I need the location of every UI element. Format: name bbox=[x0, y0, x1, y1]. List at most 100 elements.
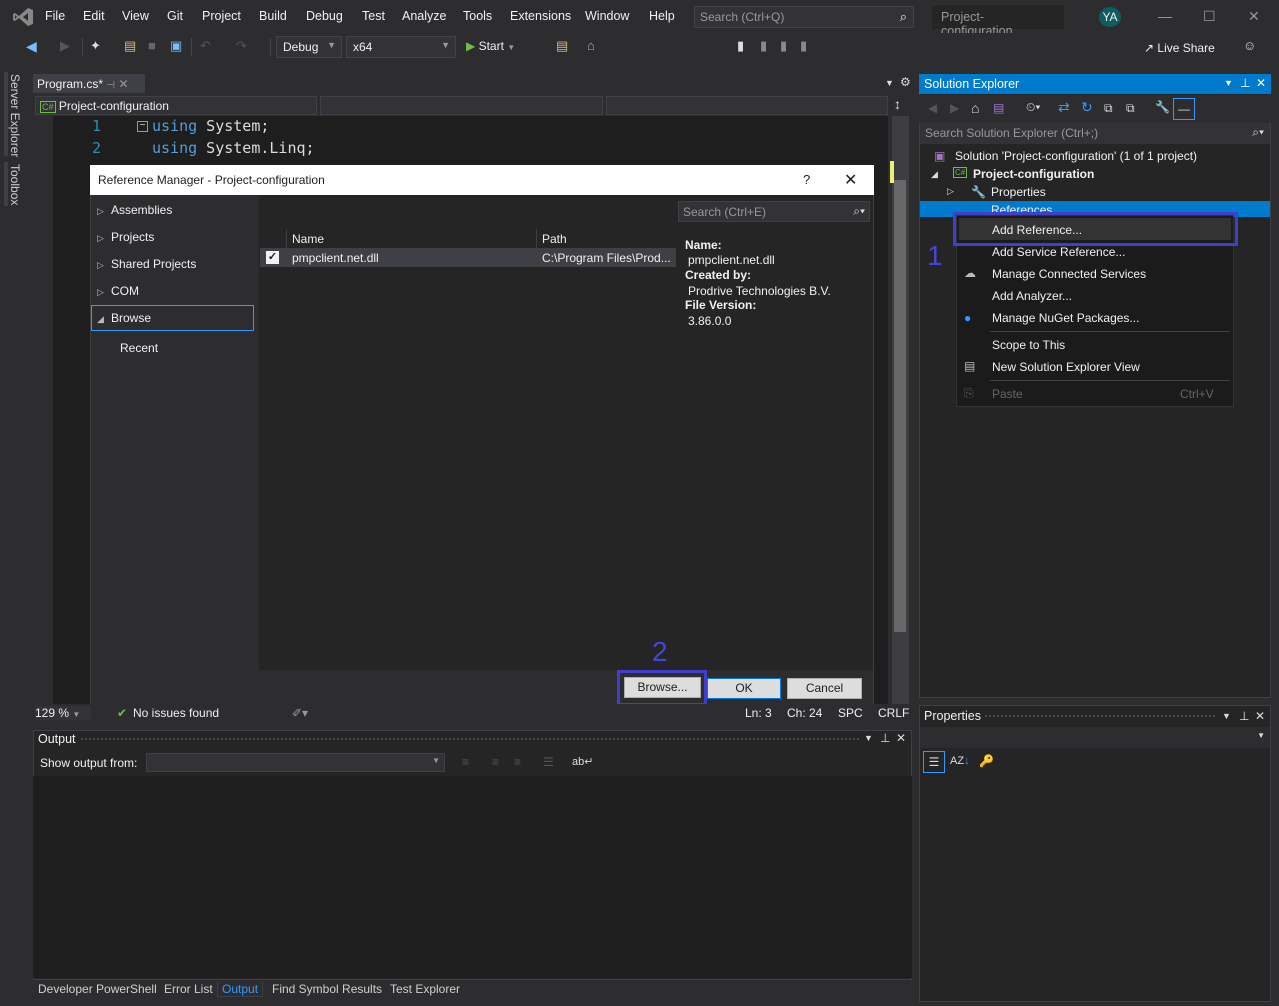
dropdown-icon[interactable]: ▼ bbox=[1222, 711, 1231, 721]
undo-icon[interactable]: ↶ bbox=[200, 38, 211, 54]
tab-developer-powershell[interactable]: Developer PowerShell bbox=[38, 982, 157, 996]
server-explorer-tab[interactable]: Server Explorer bbox=[8, 74, 22, 157]
start-button[interactable]: ▶ Start ▼ bbox=[466, 39, 515, 53]
tab-test-explorer[interactable]: Test Explorer bbox=[390, 982, 460, 996]
reference-search-input[interactable]: Search (Ctrl+E) ⌕▾ bbox=[678, 201, 870, 222]
column-indicator[interactable]: Ch: 24 bbox=[787, 706, 822, 720]
clear-bookmarks-icon[interactable]: ▮ bbox=[800, 38, 807, 54]
menu-window[interactable]: Window bbox=[585, 9, 629, 23]
clear-all-icon[interactable]: ☰ bbox=[543, 755, 554, 769]
category-projects[interactable]: ▷ Projects bbox=[97, 230, 154, 244]
type-nav-dropdown[interactable] bbox=[320, 96, 603, 115]
category-shared-projects[interactable]: ▷ Shared Projects bbox=[97, 257, 196, 271]
menu-add-service-reference[interactable]: Add Service Reference... bbox=[992, 245, 1125, 259]
category-browse[interactable]: ◢ Browse bbox=[97, 311, 151, 325]
menu-file[interactable]: File bbox=[45, 9, 65, 23]
menu-add-analyzer[interactable]: Add Analyzer... bbox=[992, 289, 1072, 303]
switch-views-icon[interactable]: ▤ bbox=[993, 101, 1004, 115]
minimize-icon[interactable]: — bbox=[1158, 8, 1172, 24]
brush-icon[interactable]: ✐▾ bbox=[292, 706, 308, 720]
preview-selected-icon[interactable]: — bbox=[1173, 98, 1195, 120]
tree-properties[interactable]: Properties bbox=[991, 185, 1046, 199]
reference-checkbox[interactable]: ✓ bbox=[266, 251, 279, 264]
pin-icon[interactable]: ⊥ bbox=[880, 731, 890, 745]
menu-scope-to-this[interactable]: Scope to This bbox=[992, 338, 1065, 352]
tree-solution[interactable]: Solution 'Project-configuration' (1 of 1… bbox=[955, 149, 1197, 163]
close-icon[interactable]: ✕ bbox=[896, 731, 906, 745]
column-header-path[interactable]: Path bbox=[542, 232, 567, 246]
go-to-code-icon[interactable]: ≡ bbox=[462, 755, 469, 769]
collapse-all-icon[interactable]: ⧉ bbox=[1104, 101, 1113, 116]
maximize-icon[interactable]: ☐ bbox=[1203, 8, 1216, 25]
output-text-area[interactable] bbox=[33, 776, 912, 978]
expand-icon[interactable]: ▷ bbox=[947, 186, 954, 197]
live-share-button[interactable]: ↗ Live Share bbox=[1144, 41, 1215, 55]
menu-project[interactable]: Project bbox=[202, 9, 241, 23]
collapse-icon[interactable]: ◢ bbox=[931, 169, 938, 180]
category-recent[interactable]: Recent bbox=[120, 341, 158, 355]
dropdown-icon[interactable]: ▼ bbox=[1224, 78, 1233, 88]
ok-button[interactable]: OK bbox=[707, 678, 781, 699]
solution-search-input[interactable]: Search Solution Explorer (Ctrl+;) ⌕▾ bbox=[920, 123, 1270, 144]
menu-test[interactable]: Test bbox=[362, 9, 385, 23]
member-nav-dropdown[interactable] bbox=[606, 96, 888, 115]
platform-dropdown[interactable]: x64 ▼ bbox=[346, 36, 456, 58]
menu-edit[interactable]: Edit bbox=[83, 9, 105, 23]
menu-tools[interactable]: Tools bbox=[463, 9, 492, 23]
help-button[interactable]: ? bbox=[803, 172, 810, 187]
column-header-name[interactable]: Name bbox=[292, 232, 324, 246]
scrollbar-thumb[interactable] bbox=[894, 180, 906, 632]
cancel-button[interactable]: Cancel bbox=[787, 678, 862, 699]
pin-icon[interactable]: ⊣ bbox=[106, 80, 115, 91]
redo-icon[interactable]: ↷ bbox=[236, 38, 247, 54]
toolbox-tab[interactable]: Toolbox bbox=[8, 164, 22, 205]
prev-bookmark-icon[interactable]: ▮ bbox=[760, 38, 767, 54]
dropdown-icon[interactable]: ▼ bbox=[864, 733, 873, 743]
save-all-icon[interactable]: ▣ bbox=[170, 38, 182, 54]
property-pages-icon[interactable]: 🔑 bbox=[979, 754, 994, 768]
tab-overflow-icon[interactable]: ▼ bbox=[885, 78, 894, 88]
forward-icon[interactable]: ▶ bbox=[950, 101, 959, 115]
dialog-close-icon[interactable]: ✕ bbox=[844, 170, 857, 190]
close-icon[interactable]: ✕ bbox=[1256, 76, 1266, 90]
show-all-files-icon[interactable]: ⧉ bbox=[1126, 101, 1135, 116]
close-tab-icon[interactable]: ✕ bbox=[118, 77, 128, 91]
refresh-icon[interactable]: ↻ bbox=[1081, 99, 1093, 116]
browse-button[interactable]: Browse... bbox=[624, 677, 701, 698]
feedback-icon[interactable]: ☺ bbox=[1243, 38, 1256, 53]
properties-object-dropdown[interactable]: ▼ bbox=[920, 727, 1270, 748]
prev-message-icon[interactable]: ≡ bbox=[492, 755, 499, 769]
menu-debug[interactable]: Debug bbox=[306, 9, 343, 23]
tree-project[interactable]: Project-configuration bbox=[973, 167, 1094, 181]
categorized-icon[interactable]: ☰ bbox=[923, 751, 945, 773]
sync-icon[interactable]: ⇄ bbox=[1058, 99, 1070, 116]
next-bookmark-icon[interactable]: ▮ bbox=[780, 38, 787, 54]
issues-status[interactable]: No issues found bbox=[133, 706, 219, 720]
menu-view[interactable]: View bbox=[122, 9, 149, 23]
menu-manage-connected-services[interactable]: Manage Connected Services bbox=[992, 267, 1146, 281]
tab-output[interactable]: Output bbox=[217, 982, 264, 997]
close-window-icon[interactable]: ✕ bbox=[1248, 8, 1260, 25]
bookmark-icon[interactable]: ▮ bbox=[737, 38, 744, 54]
menu-manage-nuget[interactable]: Manage NuGet Packages... bbox=[992, 311, 1139, 325]
tab-find-symbol-results[interactable]: Find Symbol Results bbox=[272, 982, 382, 996]
zoom-dropdown[interactable]: 129 % ▼ bbox=[35, 706, 91, 720]
spacing-indicator[interactable]: SPC bbox=[838, 706, 863, 720]
menu-extensions[interactable]: Extensions bbox=[510, 9, 571, 23]
category-com[interactable]: ▷ COM bbox=[97, 284, 139, 298]
save-icon[interactable]: ■ bbox=[148, 38, 156, 53]
gear-icon[interactable]: ⚙ bbox=[900, 75, 911, 89]
output-source-dropdown[interactable]: ▼ bbox=[146, 753, 445, 772]
alphabetical-icon[interactable]: AZ↓ bbox=[950, 755, 970, 767]
global-search-input[interactable]: Search (Ctrl+Q) ⌕ bbox=[694, 6, 914, 28]
project-nav-dropdown[interactable]: C# Project-configuration bbox=[35, 96, 317, 115]
browse-folder-icon[interactable]: ▤ bbox=[556, 38, 568, 54]
home-icon[interactable]: ⌂ bbox=[587, 38, 595, 53]
pending-changes-icon[interactable]: ⏲▾ bbox=[1026, 100, 1040, 115]
properties-wrench-icon[interactable]: 🔧 bbox=[1155, 100, 1170, 114]
configuration-dropdown[interactable]: Debug ▼ bbox=[276, 36, 342, 58]
editor-tab-program-cs[interactable]: Program.cs* ⊣ ✕ bbox=[33, 74, 145, 93]
home-icon[interactable]: ⌂ bbox=[971, 100, 979, 116]
panel-grip[interactable] bbox=[984, 714, 1216, 719]
panel-grip[interactable] bbox=[80, 737, 860, 742]
